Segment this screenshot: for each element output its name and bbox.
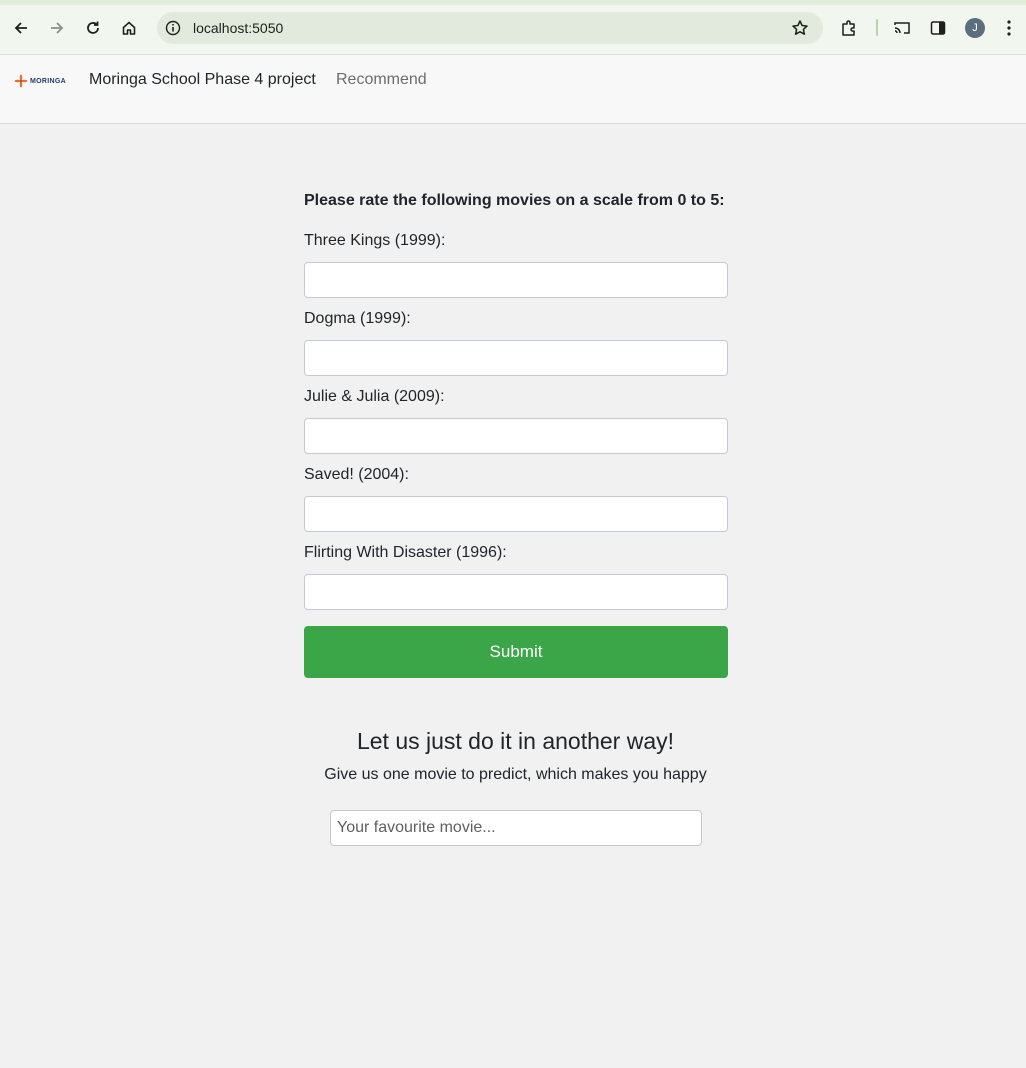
logo-leaf-icon bbox=[14, 74, 28, 88]
rating-input-three-kings[interactable] bbox=[304, 262, 728, 298]
movie-label: Flirting With Disaster (1996): bbox=[304, 544, 507, 561]
movie-label: Saved! (2004): bbox=[304, 466, 409, 483]
back-icon[interactable] bbox=[9, 16, 33, 40]
rating-input-saved[interactable] bbox=[304, 496, 728, 532]
alternative-title: Let us just do it in another way! bbox=[356, 728, 675, 754]
home-icon[interactable] bbox=[117, 16, 141, 40]
star-icon[interactable] bbox=[791, 19, 809, 37]
movie-label: Julie & Julia (2009): bbox=[304, 388, 445, 405]
nav-link-recommend[interactable]: Recommend bbox=[336, 70, 427, 90]
submit-button[interactable]: Submit bbox=[304, 626, 728, 678]
site-navbar: MORINGA Moringa School Phase 4 project R… bbox=[0, 55, 1026, 124]
forward-icon[interactable] bbox=[45, 16, 69, 40]
menu-icon[interactable] bbox=[1006, 18, 1012, 38]
favourite-movie-input[interactable] bbox=[330, 810, 702, 846]
logo-text: MORINGA bbox=[30, 77, 66, 85]
address-bar[interactable]: localhost:5050 bbox=[157, 12, 823, 44]
rating-form: Please rate the following movies on a sc… bbox=[304, 190, 728, 678]
reload-icon[interactable] bbox=[81, 16, 105, 40]
side-panel-icon[interactable] bbox=[927, 17, 949, 39]
tab-strip-edge bbox=[0, 0, 1026, 5]
rating-input-flirting-with-disaster[interactable] bbox=[304, 574, 728, 610]
navbar-brand[interactable]: Moringa School Phase 4 project bbox=[89, 70, 316, 90]
alternative-subtitle: Give us one movie to predict, which make… bbox=[324, 766, 707, 783]
moringa-logo[interactable]: MORINGA bbox=[14, 73, 68, 89]
info-icon[interactable] bbox=[165, 20, 181, 36]
rating-input-dogma[interactable] bbox=[304, 340, 728, 376]
rating-input-julie-julia[interactable] bbox=[304, 418, 728, 454]
profile-avatar[interactable]: J bbox=[965, 18, 985, 38]
browser-toolbar: localhost:5050 J bbox=[0, 0, 1026, 55]
url-text[interactable]: localhost:5050 bbox=[193, 20, 283, 36]
form-intro: Please rate the following movies on a sc… bbox=[304, 192, 725, 209]
movie-label: Dogma (1999): bbox=[304, 310, 411, 327]
cast-icon[interactable] bbox=[891, 17, 913, 39]
extensions-icon[interactable] bbox=[838, 17, 860, 39]
toolbar-divider bbox=[876, 19, 878, 36]
movie-label: Three Kings (1999): bbox=[304, 232, 446, 249]
